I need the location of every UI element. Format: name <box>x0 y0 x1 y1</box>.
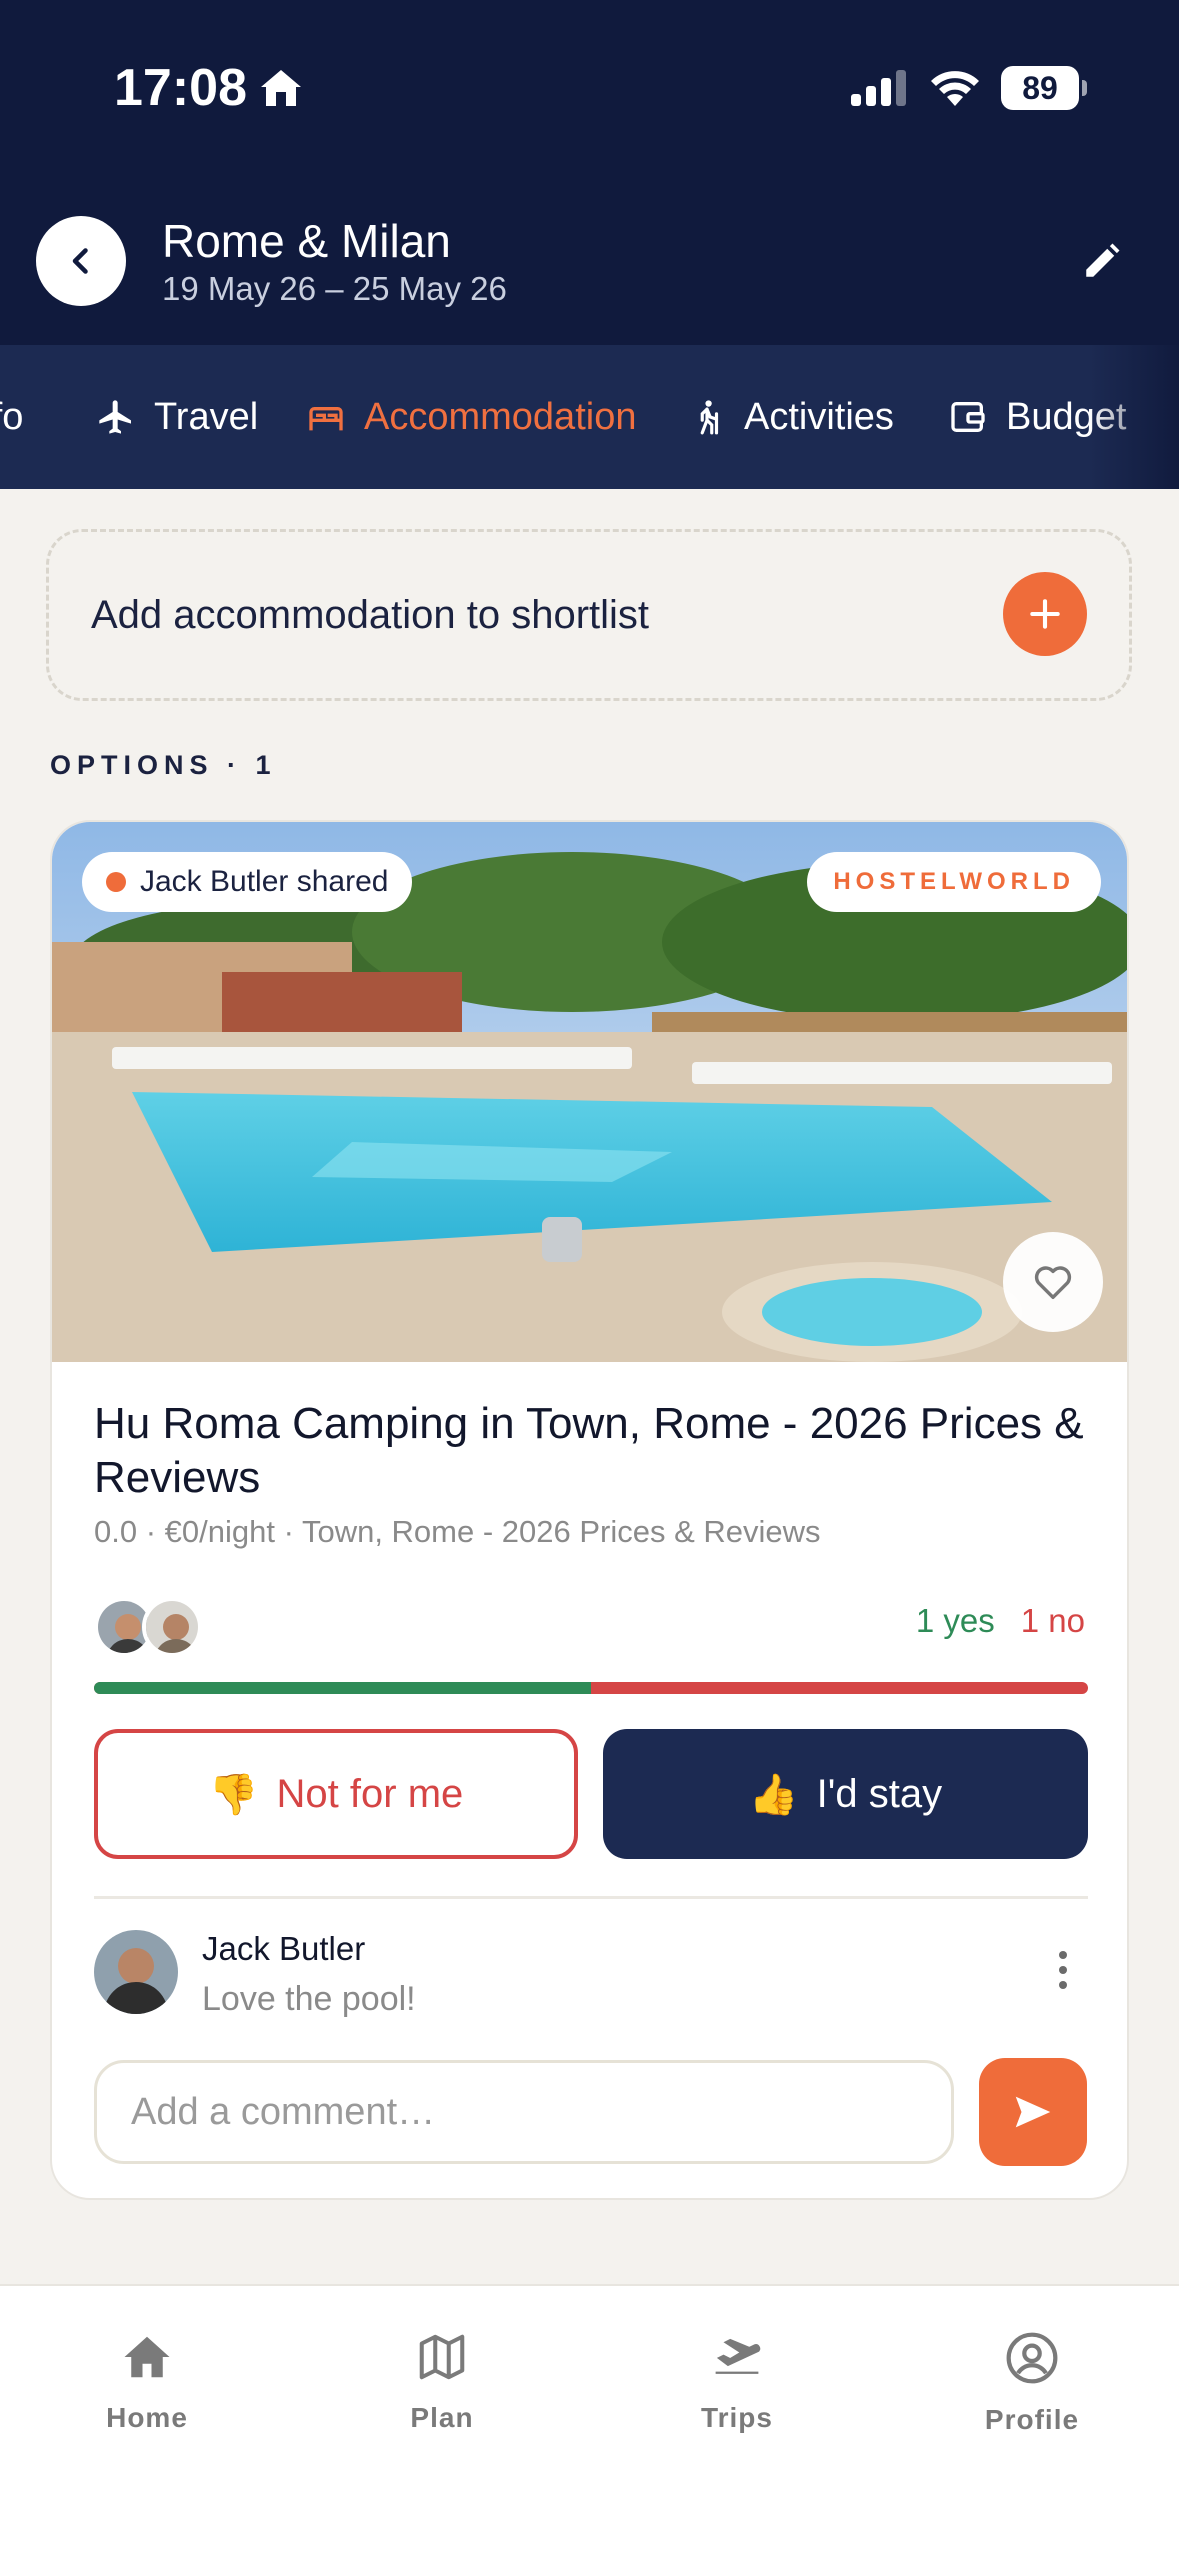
no-count: 1 no <box>1020 1602 1085 1639</box>
bed-icon <box>309 407 343 431</box>
options-count-label: OPTIONS · 1 <box>50 750 277 780</box>
wallet-icon <box>951 402 985 432</box>
tab-accommodation-label: Accommodation <box>364 395 637 438</box>
comment-author: Jack Butler <box>202 1930 366 1967</box>
back-button[interactable] <box>36 216 126 306</box>
trip-dates: 19 May 26 – 25 May 26 <box>162 270 507 307</box>
tab-activities-label: Activities <box>744 395 894 438</box>
profile-icon <box>1006 2332 1058 2384</box>
battery-indicator: 89 <box>1001 66 1087 110</box>
plane-icon <box>99 400 131 434</box>
tab-activities[interactable]: Activities <box>688 345 894 489</box>
chevron-left-icon <box>72 248 88 274</box>
nav-profile-label: Profile <box>984 2404 1080 2435</box>
person-photo <box>146 1601 198 1653</box>
vote-counts: 1 yes 1 no <box>916 1602 1085 1640</box>
tab-travel-label: Travel <box>154 395 259 438</box>
favorite-button[interactable] <box>1003 1232 1103 1332</box>
nav-plan[interactable]: Plan <box>342 2330 542 2434</box>
id-stay-label: I'd stay <box>816 1771 943 1816</box>
tab-info[interactable]: Info <box>0 345 23 489</box>
listing-meta: 0.0 · €0/night · Town, Rome - 2026 Price… <box>94 1514 821 1549</box>
shared-by-badge: Jack Butler shared <box>82 852 413 912</box>
home-icon <box>124 2336 170 2378</box>
nav-home[interactable]: Home <box>47 2330 247 2434</box>
plane-takeoff-icon <box>715 2338 761 2374</box>
plus-icon <box>1030 599 1060 629</box>
comment-text: Love the pool! <box>202 1980 416 2018</box>
vote-yes-fill <box>94 1682 591 1694</box>
thumbs-down-icon: 👎 <box>208 1772 259 1817</box>
add-accommodation-label: Add accommodation to shortlist <box>91 593 650 637</box>
not-for-me-button[interactable]: 👎 Not for me <box>94 1729 578 1859</box>
person-photo <box>94 1930 178 2014</box>
not-for-me-label: Not for me <box>276 1771 464 1816</box>
send-icon <box>1015 2096 1051 2128</box>
more-dot <box>1059 1966 1067 1974</box>
comment-more-button[interactable] <box>1053 1940 1073 2000</box>
comment-input[interactable] <box>94 2060 954 2164</box>
listing-photo[interactable]: Jack Butler shared HOSTELWORLD <box>52 822 1127 1362</box>
heart-icon <box>1034 1266 1072 1300</box>
nav-trips-label: Trips <box>701 2402 773 2433</box>
shared-dot <box>106 872 126 892</box>
wifi-icon <box>931 71 979 106</box>
nav-plan-label: Plan <box>410 2402 474 2433</box>
add-accommodation-button[interactable] <box>1003 572 1087 656</box>
more-dot <box>1059 1981 1067 1989</box>
yes-count: 1 yes <box>915 1602 995 1639</box>
thumbs-up-icon: 👍 <box>748 1772 799 1817</box>
more-dot <box>1059 1951 1067 1959</box>
home-status-icon <box>261 70 301 106</box>
nav-home-label: Home <box>106 2402 188 2433</box>
pencil-icon <box>1086 243 1120 277</box>
status-icons: 89 <box>851 62 1087 114</box>
map-icon <box>419 2334 465 2380</box>
bottom-navigation: Home Plan Trips Profile <box>0 2284 1179 2556</box>
tab-travel[interactable]: Travel <box>96 345 258 489</box>
vote-ratio-bar <box>94 1682 1088 1694</box>
tab-info-label: Info <box>0 395 24 438</box>
app-header: 17:08 89 Rome & Milan 19 May 26 – 25 May… <box>0 0 1179 345</box>
tab-accommodation[interactable]: Accommodation <box>306 345 636 489</box>
section-tabs: Info Travel Accommodation Activities Bud… <box>0 345 1179 489</box>
tabbar-fade <box>1089 345 1179 489</box>
comment-author-avatar <box>94 1930 178 2014</box>
hiker-icon <box>700 400 719 435</box>
voter-avatars <box>94 1597 214 1657</box>
accommodation-card[interactable]: Jack Butler shared HOSTELWORLD Hu Roma C… <box>50 820 1129 2200</box>
source-badge[interactable]: HOSTELWORLD <box>807 852 1101 912</box>
status-time: 17:08 <box>114 56 305 120</box>
listing-title[interactable]: Hu Roma Camping in Town, Rome - 2026 Pri… <box>94 1397 1104 1505</box>
comments-divider <box>94 1896 1088 1899</box>
add-accommodation-card[interactable]: Add accommodation to shortlist <box>46 529 1132 701</box>
nav-profile[interactable]: Profile <box>932 2330 1132 2436</box>
id-stay-button[interactable]: 👍 I'd stay <box>603 1729 1088 1859</box>
edit-trip-button[interactable] <box>1077 236 1127 286</box>
voter-avatar <box>142 1597 202 1657</box>
shared-by-text: Jack Butler shared <box>140 865 389 898</box>
trip-title: Rome & Milan <box>162 215 451 267</box>
signal-icon <box>851 70 906 106</box>
nav-trips[interactable]: Trips <box>637 2330 837 2434</box>
send-comment-button[interactable] <box>979 2058 1087 2166</box>
status-time-text: 17:08 <box>114 59 247 117</box>
